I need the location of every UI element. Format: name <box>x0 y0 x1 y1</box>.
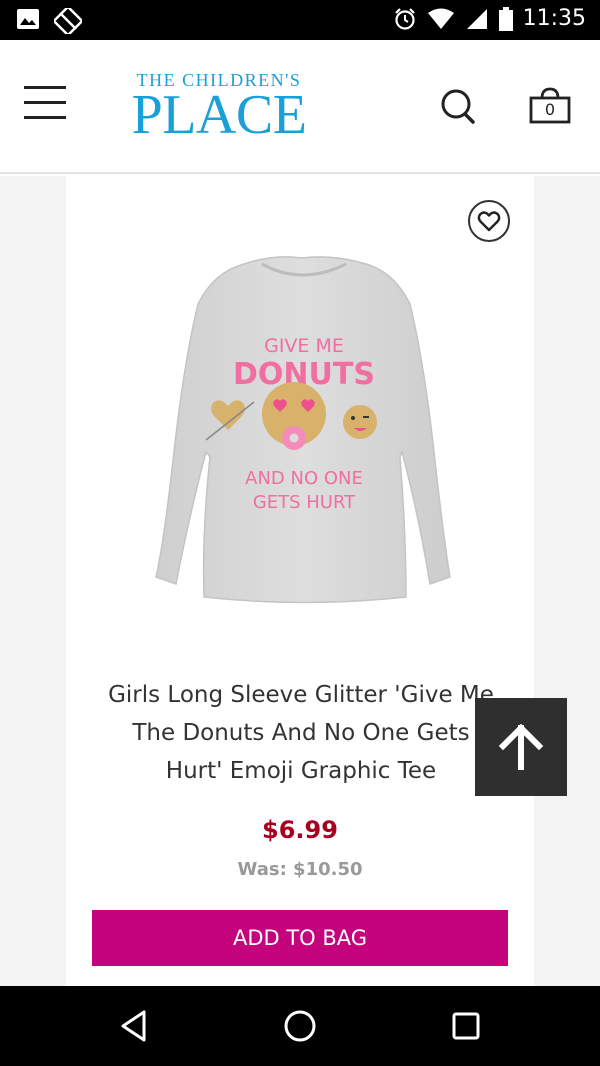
graphic-line-3: AND NO ONE <box>245 468 363 489</box>
system-nav-bar <box>0 986 600 1066</box>
status-left <box>16 8 82 34</box>
search-icon <box>441 89 475 124</box>
recents-button[interactable] <box>446 1006 486 1046</box>
app-header: THE CHILDREN'S PLACE 0 <box>0 40 600 174</box>
emoji-wink <box>343 405 377 439</box>
no-signal-icon <box>54 8 82 34</box>
sale-price: $6.99 <box>262 816 338 844</box>
product-list[interactable]: GIVE ME DONUTS AND NO ONE GETS HURT Girl… <box>0 176 600 986</box>
add-to-bag-button[interactable]: ADD TO BAG <box>92 910 508 966</box>
logo-main-text: PLACE <box>131 84 307 146</box>
favorite-button[interactable] <box>468 200 510 242</box>
menu-icon-bar <box>24 101 66 104</box>
arrow-up-icon <box>498 724 544 770</box>
store-logo[interactable]: THE CHILDREN'S PLACE <box>124 70 314 146</box>
alarm-icon <box>394 7 415 30</box>
home-button[interactable] <box>280 1006 320 1046</box>
menu-button[interactable] <box>24 84 66 120</box>
product-card: GIVE ME DONUTS AND NO ONE GETS HURT Girl… <box>66 176 534 986</box>
search-button[interactable] <box>438 86 478 126</box>
product-title[interactable]: Girls Long Sleeve Glitter 'Give Me The D… <box>106 676 496 790</box>
heart-icon <box>477 211 501 232</box>
menu-icon <box>24 86 66 89</box>
shopping-bag-button[interactable]: 0 <box>528 86 572 126</box>
bag-count: 0 <box>544 100 556 119</box>
image-icon <box>17 9 39 29</box>
graphic-line-1: GIVE ME <box>264 335 344 357</box>
battery-icon <box>498 6 513 31</box>
recents-icon <box>452 1012 480 1040</box>
scroll-to-top-button[interactable] <box>475 698 567 796</box>
status-bar: 11:35 <box>0 0 600 40</box>
graphic-line-4: GETS HURT <box>253 492 356 513</box>
home-icon <box>284 1010 316 1042</box>
status-right: 11:35 <box>393 6 586 31</box>
back-button[interactable] <box>114 1006 154 1046</box>
menu-icon-bar <box>24 116 66 119</box>
signal-icon <box>466 8 487 29</box>
back-icon <box>121 1010 146 1042</box>
product-image[interactable]: GIVE ME DONUTS AND NO ONE GETS HURT <box>144 252 462 612</box>
wifi-icon <box>427 8 454 29</box>
original-price: Was: $10.50 <box>237 859 363 880</box>
status-time: 11:35 <box>522 6 586 31</box>
